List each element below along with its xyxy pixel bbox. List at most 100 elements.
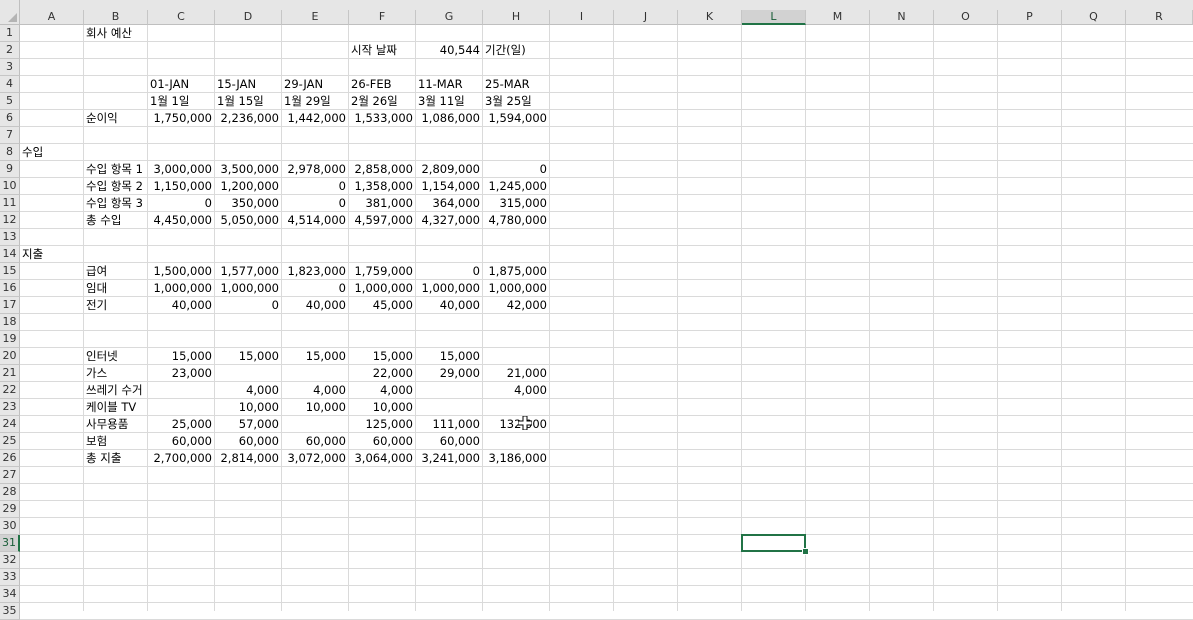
cell-c5[interactable]: 1월 1일	[148, 93, 214, 110]
cell-h26[interactable]: 3,186,000	[483, 450, 549, 467]
row-header-19[interactable]: 19	[0, 331, 20, 348]
cell-b20[interactable]: 인터넷	[84, 348, 147, 365]
cell-h24[interactable]: 132,000	[483, 416, 549, 433]
cell-b9[interactable]: 수입 항목 1	[84, 161, 147, 178]
row-header-17[interactable]: 17	[0, 297, 20, 314]
column-header-j[interactable]: J	[614, 10, 678, 25]
row-header-23[interactable]: 23	[0, 399, 20, 416]
row-header-25[interactable]: 25	[0, 433, 20, 450]
row-header-28[interactable]: 28	[0, 484, 20, 501]
cell-e6[interactable]: 1,442,000	[282, 110, 348, 127]
row-header-6[interactable]: 6	[0, 110, 20, 127]
cell-e23[interactable]: 10,000	[282, 399, 348, 416]
cell-h6[interactable]: 1,594,000	[483, 110, 549, 127]
cell-h10[interactable]: 1,245,000	[483, 178, 549, 195]
row-header-12[interactable]: 12	[0, 212, 20, 229]
cell-f6[interactable]: 1,533,000	[349, 110, 415, 127]
cell-g15[interactable]: 0	[416, 263, 482, 280]
cell-f5[interactable]: 2월 26일	[349, 93, 415, 110]
cell-f22[interactable]: 4,000	[349, 382, 415, 399]
row-header-27[interactable]: 27	[0, 467, 20, 484]
column-header-q[interactable]: Q	[1062, 10, 1126, 25]
cell-f21[interactable]: 22,000	[349, 365, 415, 382]
row-header-20[interactable]: 20	[0, 348, 20, 365]
cell-f16[interactable]: 1,000,000	[349, 280, 415, 297]
cell-e12[interactable]: 4,514,000	[282, 212, 348, 229]
cell-d20[interactable]: 15,000	[215, 348, 281, 365]
cell-d23[interactable]: 10,000	[215, 399, 281, 416]
row-header-26[interactable]: 26	[0, 450, 20, 467]
cell-g25[interactable]: 60,000	[416, 433, 482, 450]
cell-e9[interactable]: 2,978,000	[282, 161, 348, 178]
cell-c10[interactable]: 1,150,000	[148, 178, 214, 195]
row-header-18[interactable]: 18	[0, 314, 20, 331]
cell-g12[interactable]: 4,327,000	[416, 212, 482, 229]
cell-f12[interactable]: 4,597,000	[349, 212, 415, 229]
cell-c9[interactable]: 3,000,000	[148, 161, 214, 178]
column-header-c[interactable]: C	[148, 10, 215, 25]
cell-h17[interactable]: 42,000	[483, 297, 549, 314]
column-header-l[interactable]: L	[742, 10, 806, 25]
cell-b11[interactable]: 수입 항목 3	[84, 195, 147, 212]
cell-b1[interactable]: 회사 예산	[84, 25, 147, 42]
cell-b25[interactable]: 보험	[84, 433, 147, 450]
cell-f10[interactable]: 1,358,000	[349, 178, 415, 195]
cell-c4[interactable]: 01-JAN	[148, 76, 214, 93]
cell-e26[interactable]: 3,072,000	[282, 450, 348, 467]
cell-f25[interactable]: 60,000	[349, 433, 415, 450]
cell-f2[interactable]: 시작 날짜	[349, 42, 415, 59]
active-cell-border[interactable]	[741, 534, 806, 552]
cell-a14[interactable]: 지출	[20, 246, 83, 263]
cell-g10[interactable]: 1,154,000	[416, 178, 482, 195]
cell-g4[interactable]: 11-MAR	[416, 76, 482, 93]
row-header-5[interactable]: 5	[0, 93, 20, 110]
cell-b17[interactable]: 전기	[84, 297, 147, 314]
cell-c20[interactable]: 15,000	[148, 348, 214, 365]
cell-f9[interactable]: 2,858,000	[349, 161, 415, 178]
row-header-16[interactable]: 16	[0, 280, 20, 297]
cell-b15[interactable]: 급여	[84, 263, 147, 280]
column-header-b[interactable]: B	[84, 10, 148, 25]
cell-d17[interactable]: 0	[215, 297, 281, 314]
cell-c6[interactable]: 1,750,000	[148, 110, 214, 127]
cell-h5[interactable]: 3월 25일	[483, 93, 549, 110]
row-header-15[interactable]: 15	[0, 263, 20, 280]
cell-g26[interactable]: 3,241,000	[416, 450, 482, 467]
column-header-a[interactable]: A	[20, 10, 84, 25]
row-header-29[interactable]: 29	[0, 501, 20, 518]
cell-h4[interactable]: 25-MAR	[483, 76, 549, 93]
row-header-24[interactable]: 24	[0, 416, 20, 433]
cell-f11[interactable]: 381,000	[349, 195, 415, 212]
cell-f15[interactable]: 1,759,000	[349, 263, 415, 280]
row-header-31[interactable]: 31	[0, 535, 20, 552]
column-header-i[interactable]: I	[550, 10, 614, 25]
cell-c12[interactable]: 4,450,000	[148, 212, 214, 229]
cell-e20[interactable]: 15,000	[282, 348, 348, 365]
row-header-3[interactable]: 3	[0, 59, 20, 76]
row-header-14[interactable]: 14	[0, 246, 20, 263]
cell-e16[interactable]: 0	[282, 280, 348, 297]
cell-d16[interactable]: 1,000,000	[215, 280, 281, 297]
cell-d10[interactable]: 1,200,000	[215, 178, 281, 195]
cell-c21[interactable]: 23,000	[148, 365, 214, 382]
cell-h22[interactable]: 4,000	[483, 382, 549, 399]
cell-f20[interactable]: 15,000	[349, 348, 415, 365]
row-header-30[interactable]: 30	[0, 518, 20, 535]
row-header-32[interactable]: 32	[0, 552, 20, 569]
cell-g2[interactable]: 40,544	[416, 42, 482, 59]
cell-g6[interactable]: 1,086,000	[416, 110, 482, 127]
cell-e25[interactable]: 60,000	[282, 433, 348, 450]
cell-g17[interactable]: 40,000	[416, 297, 482, 314]
cell-g9[interactable]: 2,809,000	[416, 161, 482, 178]
cell-f17[interactable]: 45,000	[349, 297, 415, 314]
cell-d12[interactable]: 5,050,000	[215, 212, 281, 229]
row-header-1[interactable]: 1	[0, 25, 20, 42]
column-header-o[interactable]: O	[934, 10, 998, 25]
cell-e11[interactable]: 0	[282, 195, 348, 212]
cell-c25[interactable]: 60,000	[148, 433, 214, 450]
cell-h2[interactable]: 기간(일)	[483, 42, 549, 59]
row-header-9[interactable]: 9	[0, 161, 20, 178]
cell-g11[interactable]: 364,000	[416, 195, 482, 212]
cell-h12[interactable]: 4,780,000	[483, 212, 549, 229]
cell-f4[interactable]: 26-FEB	[349, 76, 415, 93]
